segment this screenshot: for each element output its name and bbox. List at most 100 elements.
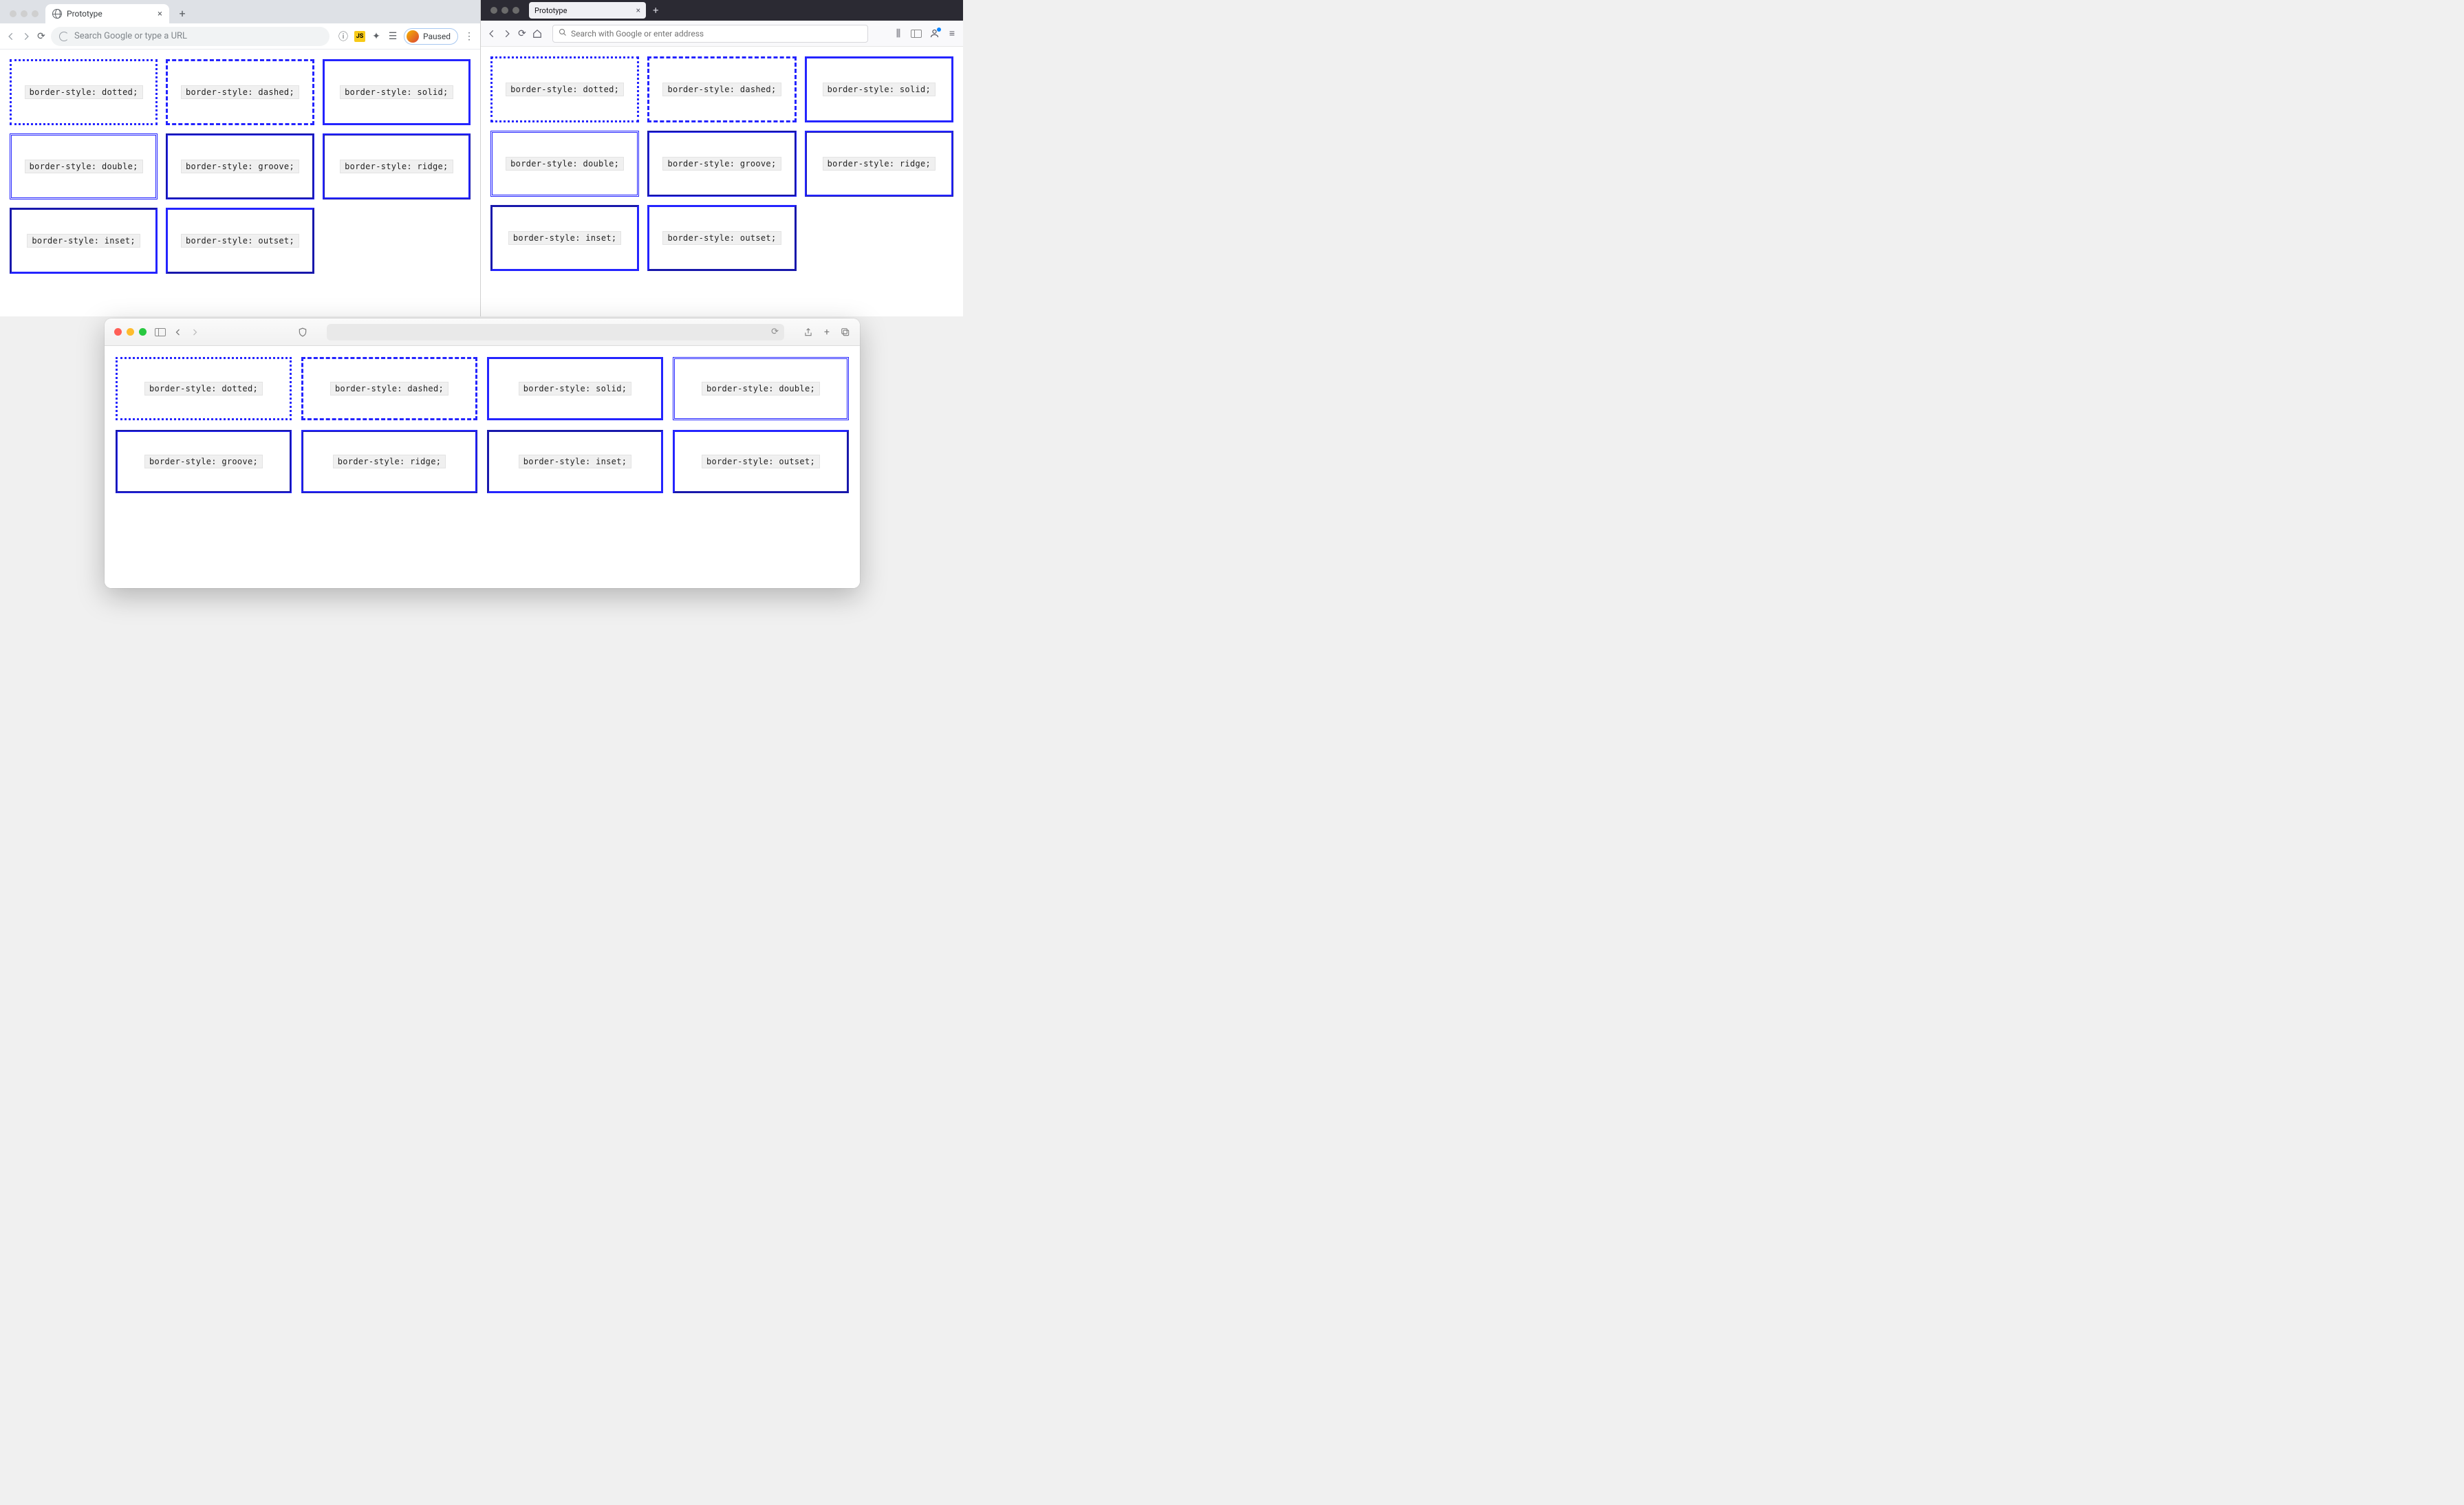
close-tab-icon[interactable]: × [636,6,640,15]
code-label: border-style: outset; [662,231,781,245]
reload-icon[interactable]: ⟳ [771,327,779,337]
demo-box-double: border-style: double; [673,357,849,420]
demo-box-double: border-style: double; [490,131,639,197]
demo-box-dotted: border-style: dotted; [10,59,158,125]
window-zoom-icon[interactable] [512,7,519,14]
window-close-icon[interactable] [490,7,497,14]
window-zoom-icon[interactable] [32,10,39,17]
code-label: border-style: double; [506,157,624,171]
chrome-browser-window: Prototype × + ⟳ Search Google or type a … [0,0,481,316]
firefox-tab-strip: Prototype × + [481,0,963,21]
code-label: border-style: dashed; [330,382,449,396]
paused-label: Paused [423,32,451,41]
code-label: border-style: solid; [519,382,632,396]
window-controls[interactable] [114,328,147,336]
forward-button[interactable] [21,31,32,42]
new-tab-button[interactable]: + [173,4,191,22]
code-label: border-style: groove; [144,455,263,468]
code-label: border-style: double; [25,160,143,173]
code-label: border-style: groove; [662,157,781,171]
demo-box-solid: border-style: solid; [487,357,663,420]
window-close-icon[interactable] [114,328,122,336]
address-bar[interactable]: ⟳ [327,324,784,340]
demo-box-outset: border-style: outset; [673,430,849,493]
code-label: border-style: ridge; [340,160,453,173]
extension-js-icon[interactable]: JS [354,31,365,42]
safari-browser-window: ⟳ + border-style: dotted; border-style: … [105,318,860,588]
reload-button[interactable]: ⟳ [36,31,47,42]
demo-box-ridge: border-style: ridge; [805,131,953,197]
address-bar[interactable]: Search Google or type a URL [51,27,329,46]
window-controls[interactable] [485,7,529,14]
demo-box-ridge: border-style: ridge; [323,133,471,199]
avatar-icon [407,30,419,43]
demo-box-solid: border-style: solid; [323,59,471,125]
firefox-browser-window: Prototype × + ⟳ Search with Google or en… [481,0,963,316]
demo-box-inset: border-style: inset; [487,430,663,493]
forward-button[interactable] [501,28,512,39]
window-minimize-icon[interactable] [127,328,134,336]
tab-title: Prototype [67,9,102,19]
home-button[interactable] [532,28,543,39]
code-label: border-style: outset; [702,455,820,468]
reading-list-icon[interactable]: ☰ [387,31,398,42]
window-close-icon[interactable] [10,10,17,17]
chrome-viewport: border-style: dotted; border-style: dash… [0,50,480,316]
code-label: border-style: dashed; [662,83,781,96]
sidebar-icon[interactable] [911,28,922,39]
google-icon [59,32,69,41]
demo-box-inset: border-style: inset; [490,205,639,271]
border-style-grid: border-style: dotted; border-style: dash… [10,59,471,274]
demo-box-groove: border-style: groove; [166,133,314,199]
tabs-overview-icon[interactable] [841,327,850,337]
code-label: border-style: dotted; [506,83,624,96]
window-zoom-icon[interactable] [139,328,147,336]
demo-box-dashed: border-style: dashed; [166,59,314,125]
forward-button[interactable] [191,328,199,336]
code-label: border-style: ridge; [823,157,936,171]
new-tab-button[interactable]: + [646,4,666,17]
library-icon[interactable]: ⫼ [893,28,904,39]
window-minimize-icon[interactable] [501,7,508,14]
account-icon[interactable] [929,28,940,39]
demo-box-dashed: border-style: dashed; [647,56,796,122]
demo-box-dotted: border-style: dotted; [116,357,292,420]
kebab-menu-icon[interactable]: ⋮ [464,31,475,42]
profile-paused-button[interactable]: Paused [404,28,458,45]
demo-box-groove: border-style: groove; [647,131,796,197]
omnibox-placeholder: Search Google or type a URL [74,31,187,41]
hamburger-menu-icon[interactable]: ≡ [947,28,958,39]
window-minimize-icon[interactable] [21,10,28,17]
code-label: border-style: groove; [181,160,299,173]
demo-box-groove: border-style: groove; [116,430,292,493]
address-bar[interactable]: Search with Google or enter address [552,25,868,43]
sidebar-toggle-icon[interactable] [155,328,166,336]
demo-box-dotted: border-style: dotted; [490,56,639,122]
info-icon[interactable]: ⓘ [338,31,349,42]
code-label: border-style: inset; [508,231,622,245]
window-controls[interactable] [6,10,45,23]
globe-icon [52,9,62,19]
tab-title: Prototype [534,6,567,15]
back-button[interactable] [6,31,17,42]
demo-box-dashed: border-style: dashed; [301,357,477,420]
shield-icon[interactable] [298,327,307,337]
demo-box-outset: border-style: outset; [647,205,796,271]
demo-box-outset: border-style: outset; [166,208,314,274]
code-label: border-style: solid; [823,83,936,96]
back-button[interactable] [174,328,182,336]
browser-tab[interactable]: Prototype × [45,4,169,23]
share-icon[interactable] [803,327,813,337]
browser-tab[interactable]: Prototype × [529,2,646,19]
code-label: border-style: inset; [519,455,632,468]
extensions-icon[interactable]: ✦ [371,31,382,42]
back-button[interactable] [486,28,497,39]
demo-box-inset: border-style: inset; [10,208,158,274]
code-label: border-style: outset; [181,234,299,248]
safari-toolbar-right: + [803,327,850,338]
chrome-toolbar: ⟳ Search Google or type a URL ⓘ JS ✦ ☰ P… [0,23,480,50]
close-tab-icon[interactable]: × [158,9,162,19]
code-label: border-style: solid; [340,85,453,99]
reload-button[interactable]: ⟳ [517,28,528,39]
new-tab-icon[interactable]: + [824,327,830,338]
